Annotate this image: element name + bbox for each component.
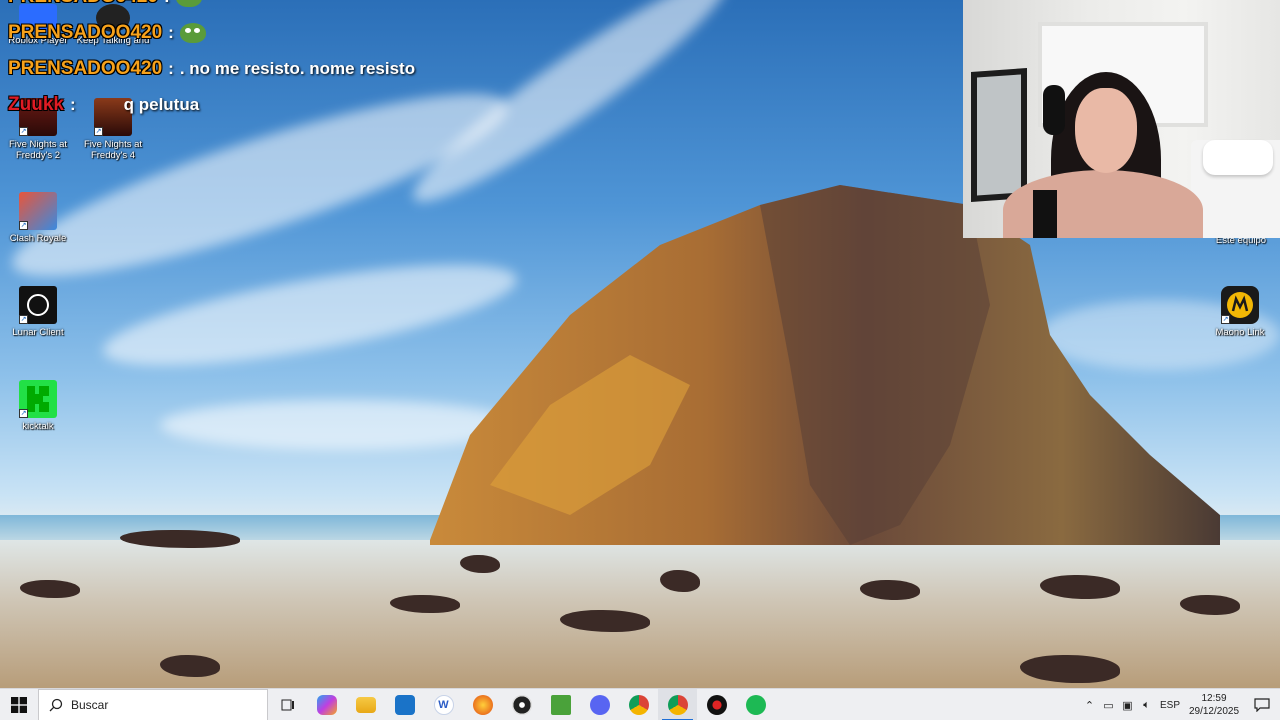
chat-message: PRENSADO0420 :: [8, 0, 202, 8]
webcam-mirror: [971, 68, 1027, 202]
desktop-icon-label: kicktalk: [22, 421, 54, 432]
pepe-emote-icon: [179, 23, 206, 43]
chat-username: PRENSADO0420: [8, 0, 158, 8]
chrome-icon: [628, 694, 649, 715]
kicktalk-icon: ↗: [19, 380, 57, 418]
taskbar-app-spotify[interactable]: [736, 689, 775, 720]
taskbar: Buscar W ⌃ ▭ ▣ 🔈︎ ESP 12:59 29/12/2025: [0, 688, 1280, 720]
network-icon[interactable]: ▣: [1118, 699, 1137, 712]
taskbar-app-word[interactable]: W: [424, 689, 463, 720]
taskbar-app-store[interactable]: [385, 689, 424, 720]
desktop-icon-maono-link[interactable]: ↗ Maono Link: [1202, 286, 1278, 338]
chat-username: PRENSADOO420: [8, 22, 163, 43]
lunar-client-icon: ↗: [19, 286, 57, 324]
obs-icon: [511, 694, 532, 715]
webcam-pillow: [1203, 140, 1273, 175]
desktop-icon-clash-royale[interactable]: ↗ Clash Royale: [0, 192, 76, 244]
chat-message: PRENSADOO420 : . no me resisto. nome res…: [8, 58, 415, 80]
taskbar-app-obs[interactable]: [502, 689, 541, 720]
chat-username: PRENSADOO420: [8, 58, 163, 79]
webcam-person-face: [1075, 88, 1137, 173]
start-button[interactable]: [0, 689, 38, 720]
taskbar-app-chrome[interactable]: [619, 689, 658, 720]
discord-icon: [589, 694, 610, 715]
copilot-icon: [316, 694, 337, 715]
chat-message: Zuukk : q pelutua: [8, 94, 199, 116]
headset-icon: [1043, 85, 1065, 135]
device-icon[interactable]: ▭: [1099, 699, 1118, 712]
desktop-icon-lunar-client[interactable]: ↗ Lunar Client: [0, 286, 76, 338]
sun-app-icon: [472, 694, 493, 715]
desktop-icon-label: Lunar Client: [12, 327, 64, 338]
pepe-emote-icon: [175, 0, 202, 7]
chrome-icon: [667, 694, 688, 715]
taskbar-app-minecraft[interactable]: [541, 689, 580, 720]
windows-icon: [11, 696, 27, 713]
notification-icon: [1254, 698, 1270, 712]
chat-separator: :: [69, 95, 76, 114]
chat-text: . no me resisto. nome resisto: [179, 59, 416, 78]
desktop-icon-label: Maono Link: [1215, 327, 1265, 338]
clock-time: 12:59: [1201, 693, 1227, 704]
chat-separator: :: [168, 59, 174, 78]
search-icon: [49, 698, 63, 711]
store-icon: [394, 694, 415, 715]
clock-date: 29/12/2025: [1188, 706, 1240, 717]
taskbar-app-chrome-profile[interactable]: [658, 688, 697, 720]
desktop-icon-label: Five Nights at Freddy's 2: [8, 139, 68, 161]
desktop-icon-label: Clash Royale: [9, 233, 67, 244]
volume-icon[interactable]: 🔈︎: [1137, 699, 1156, 712]
chat-message: PRENSADOO420 :: [8, 22, 206, 44]
system-tray: ⌃ ▭ ▣ 🔈︎ ESP 12:59 29/12/2025: [1080, 689, 1280, 720]
wallpaper-rock: [430, 185, 1220, 545]
minecraft-icon: [550, 694, 571, 715]
search-placeholder: Buscar: [71, 697, 109, 712]
app-icon: [706, 694, 727, 715]
spotify-icon: [745, 694, 766, 715]
maono-link-icon: ↗: [1221, 286, 1259, 324]
chat-separator: :: [164, 0, 170, 7]
word-icon: W: [433, 694, 454, 715]
task-view-button[interactable]: [268, 689, 307, 720]
clash-royale-icon: ↗: [19, 192, 57, 230]
webcam-person-top: [1033, 190, 1057, 238]
taskbar-app-generic[interactable]: [463, 689, 502, 720]
taskbar-app-generic-2[interactable]: [697, 689, 736, 720]
task-view-icon: [281, 699, 294, 710]
taskbar-app-copilot[interactable]: [307, 689, 346, 720]
webcam-overlay: [963, 0, 1280, 238]
notification-center-button[interactable]: [1244, 698, 1280, 712]
chat-text: q pelutua: [123, 95, 200, 114]
chat-username: Zuukk: [8, 94, 64, 115]
folder-icon: [355, 696, 376, 713]
chat-separator: :: [168, 23, 174, 42]
chevron-up-icon[interactable]: ⌃: [1080, 699, 1099, 712]
desktop-icon-kicktalk[interactable]: ↗ kicktalk: [0, 380, 76, 432]
desktop-icon-label: Five Nights at Freddy's 4: [83, 139, 143, 161]
language-indicator[interactable]: ESP: [1156, 700, 1184, 711]
taskbar-clock[interactable]: 12:59 29/12/2025: [1184, 692, 1244, 718]
taskbar-app-file-explorer[interactable]: [346, 689, 385, 720]
taskbar-search-box[interactable]: Buscar: [38, 688, 268, 720]
taskbar-app-discord[interactable]: [580, 689, 619, 720]
